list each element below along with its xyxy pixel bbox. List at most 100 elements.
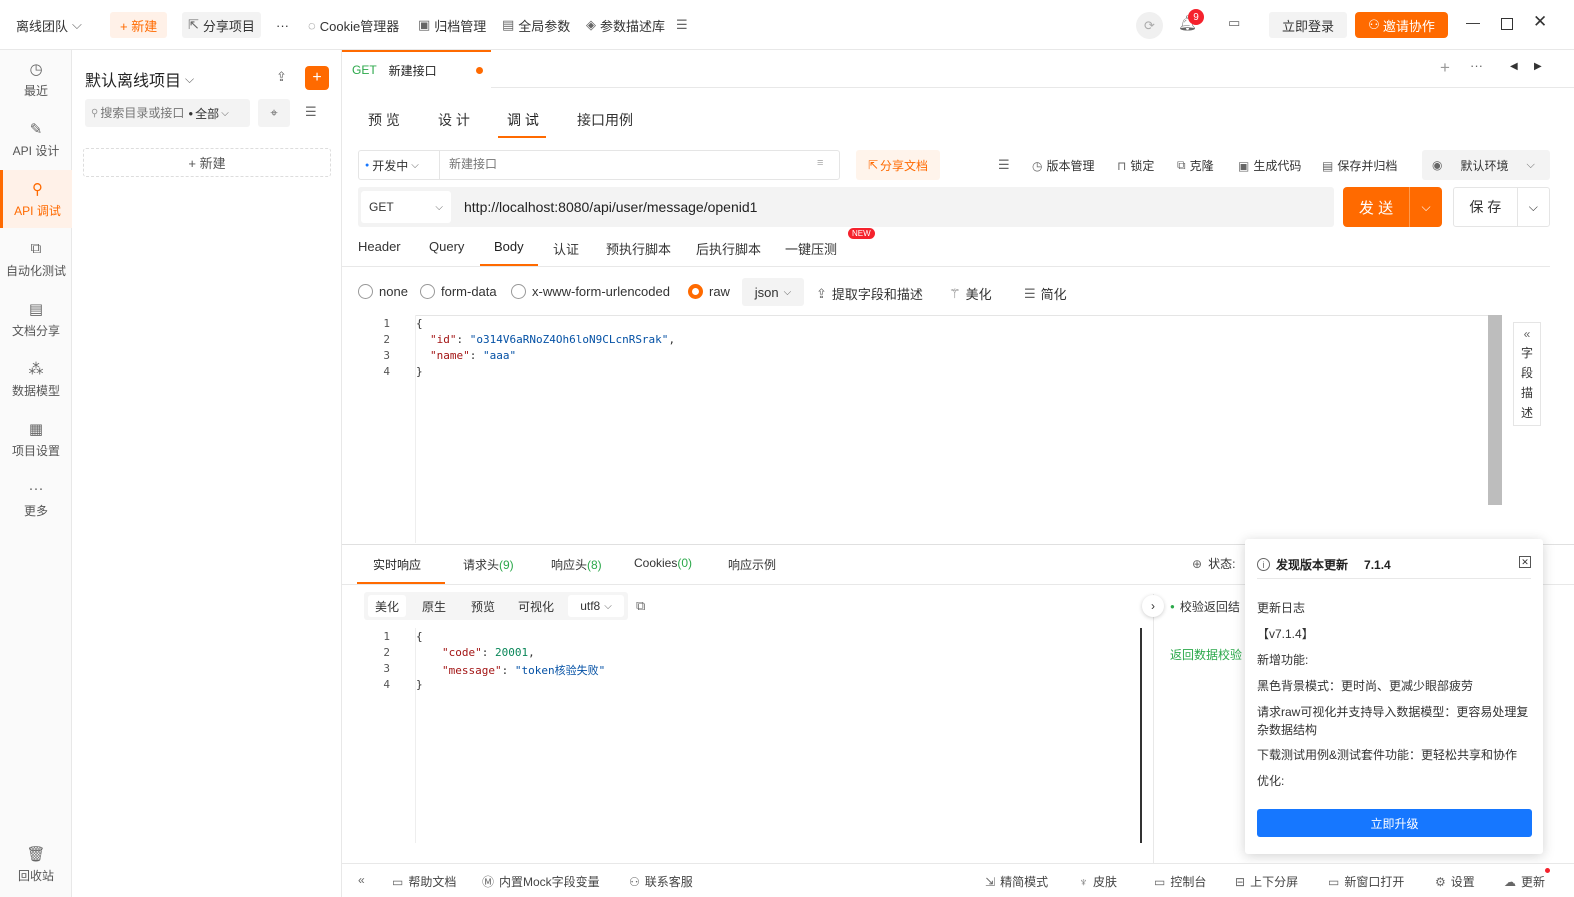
split-view-button[interactable]: ⊟ 上下分屏	[1235, 873, 1298, 890]
console-button[interactable]: ▭ 控制台	[1154, 873, 1206, 890]
mode-cases[interactable]: 接口用例	[577, 110, 633, 130]
send-button[interactable]: 发 送 ⌵	[1343, 187, 1442, 227]
next-tab-icon[interactable]: ▶	[1534, 61, 1542, 72]
close-icon[interactable]: ✕	[1519, 556, 1531, 568]
more-button[interactable]: ···	[270, 12, 295, 38]
resp-tab-req-headers[interactable]: 请求头(9)	[463, 556, 514, 573]
nav-trash[interactable]: 🗑︎ 回收站	[0, 835, 72, 893]
resp-view-preview[interactable]: 预览	[471, 598, 495, 615]
support-button[interactable]: ⚇ 联系客服	[629, 873, 693, 890]
clone-button[interactable]: ⧉ 克隆	[1177, 157, 1214, 174]
body-urlencoded-option[interactable]: x-www-form-urlencoded	[511, 284, 670, 299]
nav-project-settings[interactable]: ▦ 项目设置	[0, 410, 72, 468]
beautify-button[interactable]: ⚚ 美化	[949, 284, 992, 303]
project-selector[interactable]: 默认离线项目 ⌵	[85, 67, 194, 91]
note-icon[interactable]: ▭	[1228, 15, 1240, 31]
body-none-option[interactable]: none	[358, 284, 408, 299]
share-doc-button[interactable]: ⇱ 分享文档	[856, 150, 940, 180]
mode-debug[interactable]: 调 试	[507, 110, 539, 130]
nav-recent[interactable]: ◷ 最近	[0, 50, 72, 108]
nav-api-design[interactable]: ✎ API 设计	[0, 110, 72, 168]
login-button[interactable]: 立即登录	[1269, 12, 1347, 38]
sort-icon[interactable]: ☰	[305, 104, 317, 120]
req-tab-pre-script[interactable]: 预执行脚本	[606, 239, 671, 258]
resp-tab-resp-headers[interactable]: 响应头(8)	[551, 556, 602, 573]
add-tab-icon[interactable]: +	[1440, 58, 1450, 78]
upgrade-button[interactable]: 立即升级	[1257, 809, 1532, 837]
resp-view-raw[interactable]: 原生	[422, 598, 446, 615]
help-doc-button[interactable]: ▭ 帮助文档	[392, 873, 456, 890]
new-button[interactable]: + 新建	[110, 12, 168, 38]
status-select[interactable]: ● 开发中 ⌵	[365, 157, 419, 174]
share-project-button[interactable]: ⇱ 分享项目	[182, 12, 261, 38]
search-input[interactable]	[100, 106, 187, 120]
search-box[interactable]: ⚲ ● 全部 ⌵	[85, 99, 250, 127]
req-tab-auth[interactable]: 认证	[553, 239, 579, 258]
body-editor[interactable]: 1 2 3 4 { "id": "o314V6aRNoZ4Oh6loN9CLcn…	[342, 315, 1502, 543]
collapse-left-icon[interactable]: «	[358, 873, 365, 887]
resp-tab-example[interactable]: 响应示例	[728, 556, 776, 573]
filter-label[interactable]: 全部	[195, 105, 219, 122]
method-select[interactable]: GET ⌵	[361, 191, 451, 223]
team-selector[interactable]: 离线团队 ⌵	[10, 12, 88, 38]
req-tab-header[interactable]: Header	[358, 239, 401, 254]
mode-preview[interactable]: 预 览	[368, 110, 400, 130]
body-raw-option[interactable]: raw	[688, 284, 730, 299]
req-tab-query[interactable]: Query	[429, 239, 464, 254]
nav-more[interactable]: ··· 更多	[0, 470, 72, 528]
tree-new-button[interactable]: + 新建	[83, 148, 331, 177]
update-button[interactable]: ☁ 更新	[1504, 873, 1545, 890]
invite-button[interactable]: ⚇ 邀请协作	[1355, 12, 1448, 38]
api-tab[interactable]: GET 新建接口	[342, 50, 491, 88]
req-tab-stress[interactable]: 一键压测	[785, 239, 837, 258]
url-input[interactable]: http://localhost:8080/api/user/message/o…	[464, 199, 757, 215]
env-select[interactable]: ◉ 默认环境 ⌵	[1422, 150, 1550, 180]
sync-icon[interactable]: ⟳	[1136, 12, 1163, 39]
collapse-menu-button[interactable]: ☰	[670, 12, 694, 38]
body-form-data-option[interactable]: form-data	[420, 284, 497, 299]
mock-vars-button[interactable]: Ⓜ 内置Mock字段变量	[482, 873, 600, 890]
import-icon[interactable]: ⇪	[276, 69, 287, 85]
prev-tab-icon[interactable]: ◀	[1510, 61, 1518, 72]
req-tab-body[interactable]: Body	[494, 239, 524, 254]
simplify-button[interactable]: ☰ 简化	[1024, 284, 1067, 303]
resp-view-beautify[interactable]: 美化	[368, 595, 406, 617]
api-name-input[interactable]	[449, 157, 789, 171]
new-window-button[interactable]: ▭ 新窗口打开	[1328, 873, 1404, 890]
encoding-select[interactable]: utf8 ⌵	[568, 595, 624, 617]
save-archive-button[interactable]: ▤ 保存并归档	[1322, 157, 1397, 174]
archive-button[interactable]: ▣ 归档管理	[412, 12, 492, 38]
tab-more-icon[interactable]: ···	[1470, 58, 1483, 73]
outline-icon[interactable]: ☰	[998, 157, 1010, 173]
minimize-icon[interactable]: —	[1466, 14, 1480, 30]
resp-tab-cookies[interactable]: Cookies(0)	[634, 556, 692, 570]
nav-api-debug[interactable]: ⚲ API 调试	[0, 170, 72, 228]
chevron-down-icon[interactable]: ⌵	[1410, 200, 1442, 215]
field-desc-panel-toggle[interactable]: « 字 段 描 述	[1513, 322, 1541, 426]
editor-scrollbar[interactable]	[1488, 315, 1502, 505]
simple-mode-button[interactable]: ⇲ 精简模式	[985, 873, 1048, 890]
nav-doc-share[interactable]: ▤ 文档分享	[0, 290, 72, 348]
save-button[interactable]: 保 存 ⌵	[1453, 187, 1550, 227]
raw-format-select[interactable]: json ⌵	[742, 278, 804, 306]
skin-button[interactable]: ♆ 皮肤	[1079, 873, 1117, 890]
add-icon[interactable]: +	[305, 66, 329, 90]
chevron-right-icon[interactable]: ›	[1142, 595, 1164, 617]
locate-icon[interactable]: ⌖	[258, 99, 290, 127]
cookie-manager-button[interactable]: ◌ Cookie管理器	[302, 12, 405, 38]
global-params-button[interactable]: ▤ 全局参数	[496, 12, 576, 38]
nav-auto-test[interactable]: ⧉ 自动化测试	[0, 230, 72, 288]
resp-view-visual[interactable]: 可视化	[518, 598, 554, 615]
maximize-icon[interactable]	[1501, 18, 1513, 30]
nav-data-model[interactable]: ⁂ 数据模型	[0, 350, 72, 408]
settings-button[interactable]: ⚙ 设置	[1435, 873, 1475, 890]
resp-tab-realtime[interactable]: 实时响应	[373, 556, 421, 573]
editor-scrollbar[interactable]	[1140, 628, 1142, 843]
close-icon[interactable]: ✕	[1533, 12, 1547, 32]
req-tab-post-script[interactable]: 后执行脚本	[696, 239, 761, 258]
mode-design[interactable]: 设 计	[438, 110, 470, 130]
extract-fields-button[interactable]: ⇪ 提取字段和描述	[816, 284, 923, 303]
lock-button[interactable]: ⊓ 锁定	[1117, 157, 1154, 174]
gen-code-button[interactable]: ▣ 生成代码	[1238, 157, 1301, 174]
resp-editor[interactable]: 1 2 3 4 { "code": 20001, "message": "tok…	[342, 628, 1142, 843]
